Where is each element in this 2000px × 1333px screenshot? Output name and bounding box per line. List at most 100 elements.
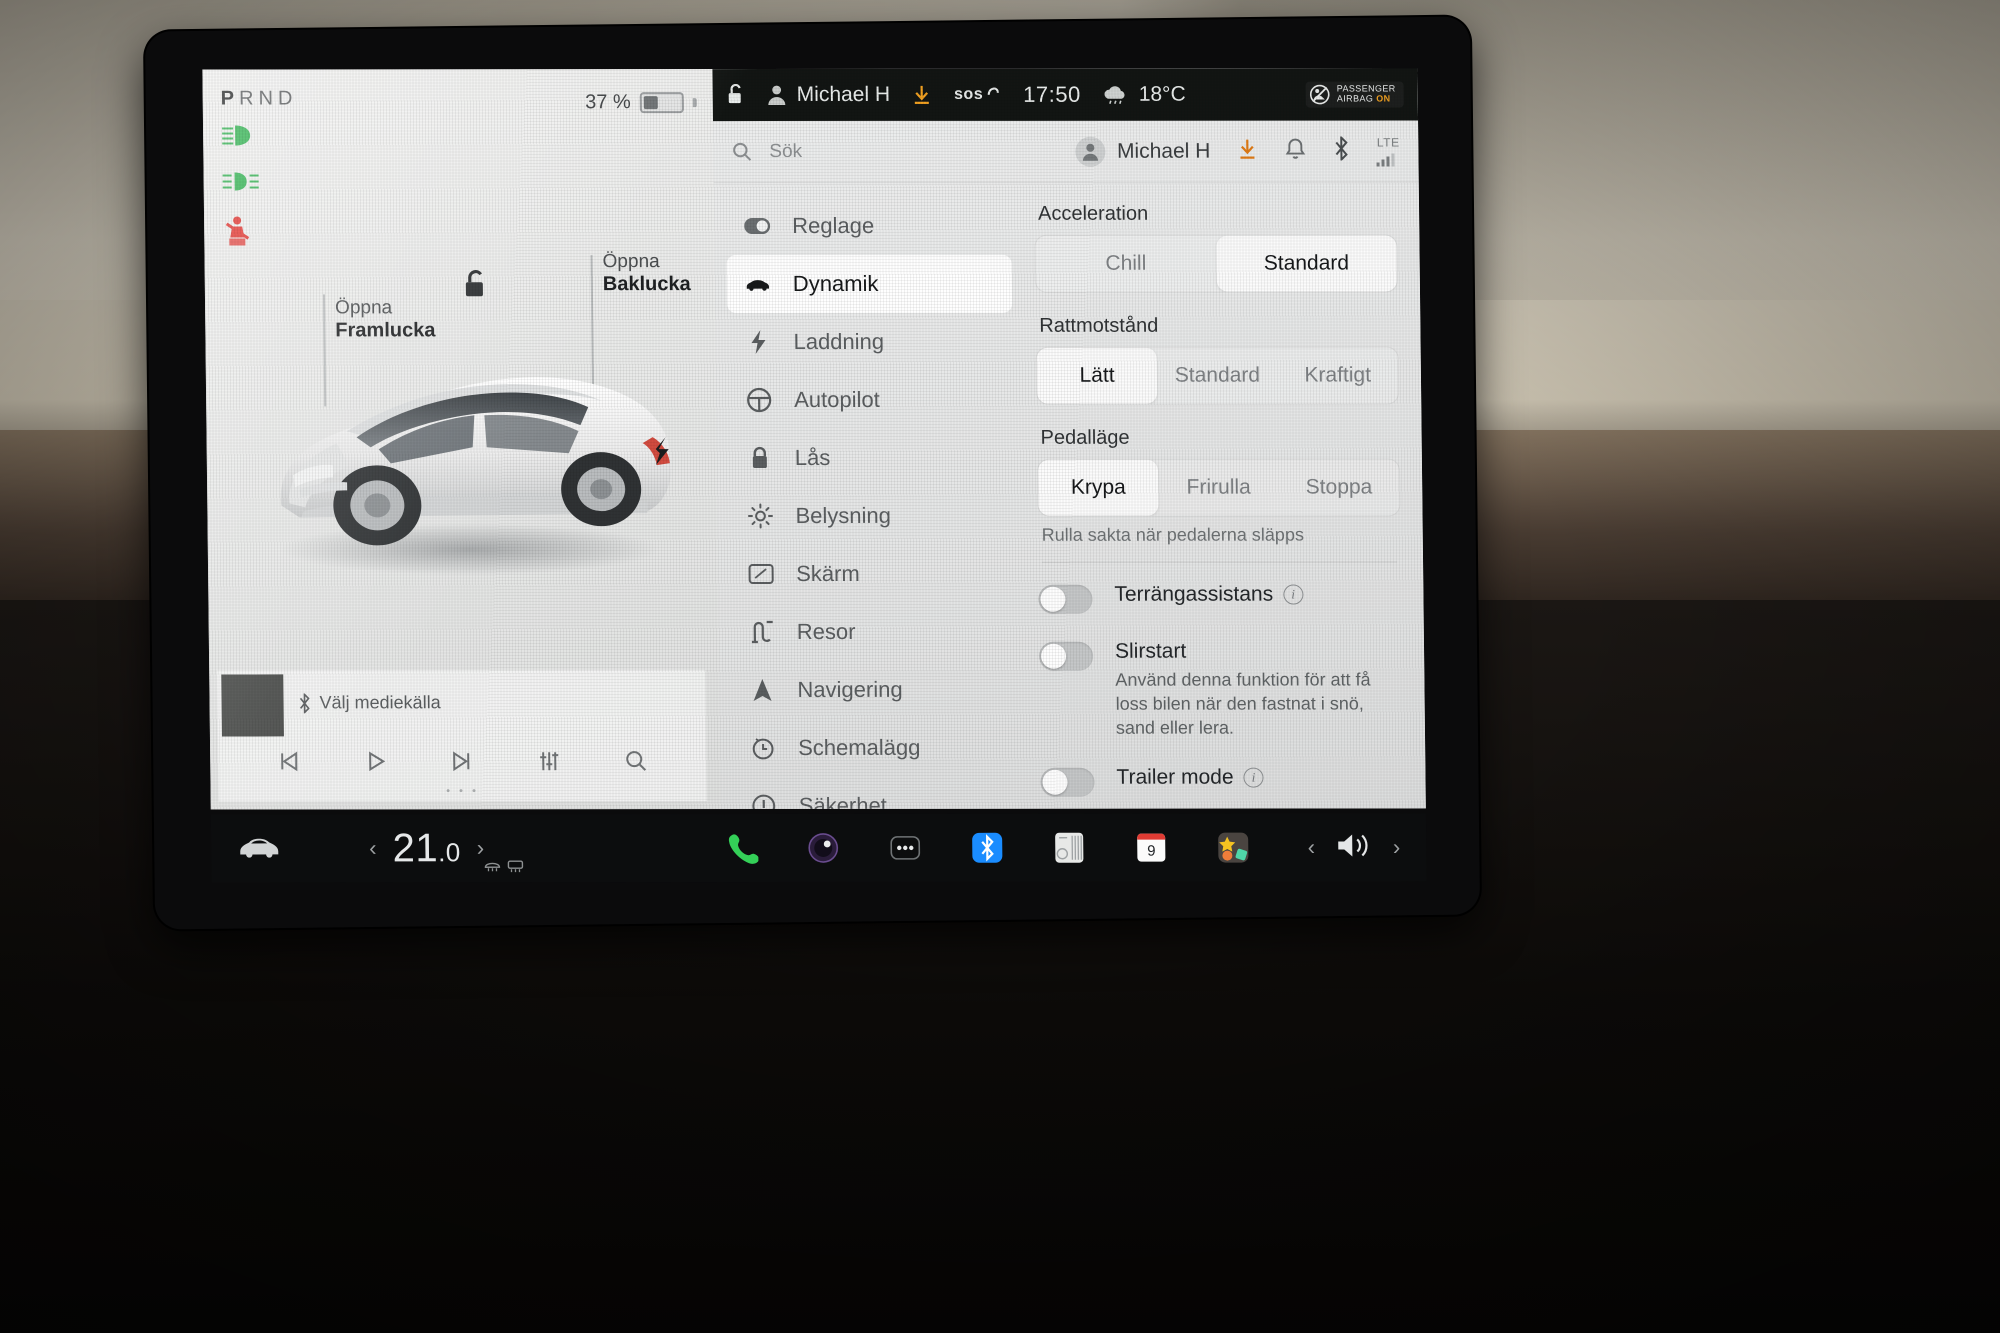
user-profile-button[interactable]: Michael H	[1074, 136, 1211, 167]
airbag-line2: AIRBAG	[1336, 93, 1374, 104]
lock-status-icon[interactable]	[727, 84, 745, 106]
sidebar-label: Navigering	[797, 676, 903, 702]
speaker-icon[interactable]	[1335, 830, 1373, 865]
play-button[interactable]	[362, 748, 388, 779]
volume-increase-button[interactable]: ›	[1393, 834, 1401, 860]
calendar-day: 9	[1147, 843, 1156, 860]
acceleration-option-chill[interactable]: Chill	[1035, 236, 1216, 292]
steering-option-kraftigt[interactable]: Kraftigt	[1277, 347, 1398, 403]
cloud-rain-icon	[1104, 86, 1125, 104]
navigation-arrow-icon	[749, 677, 775, 703]
media-source-selector[interactable]: Välj mediekälla	[297, 692, 441, 713]
acceleration-option-standard[interactable]: Standard	[1215, 235, 1397, 292]
settings-app: Michael H sos 17:50 18°C PASSENGER AIRBA…	[712, 68, 1426, 810]
telltale-group	[221, 123, 263, 270]
info-icon[interactable]: i	[1243, 767, 1264, 788]
rear-defrost-icon[interactable]	[506, 858, 524, 877]
pedal-option-stoppa[interactable]: Stoppa	[1279, 459, 1400, 515]
next-track-button[interactable]	[449, 748, 475, 779]
bluetooth-icon[interactable]	[1332, 135, 1350, 166]
car-icon	[745, 276, 771, 292]
temperature-value[interactable]: 21.0	[392, 826, 461, 871]
car-controls-button[interactable]	[237, 833, 281, 864]
pedal-title: Pedalläge	[1040, 426, 1130, 449]
pedal-option-krypa[interactable]: Krypa	[1037, 459, 1159, 516]
media-controls	[218, 748, 706, 779]
battery-status: 37 %	[585, 91, 697, 114]
media-search-button[interactable]	[623, 748, 649, 779]
sidebar-item-navigering[interactable]: Navigering	[731, 661, 1017, 719]
exclamation-circle-icon	[751, 793, 777, 810]
sos-button[interactable]: sos	[954, 83, 1001, 107]
steering-option-standard[interactable]: Standard	[1157, 348, 1278, 404]
media-app-icon[interactable]	[801, 826, 846, 870]
pedal-option-frirulla[interactable]: Frirulla	[1158, 460, 1279, 516]
sidebar-label: Schemalägg	[797, 734, 921, 760]
download-icon[interactable]	[1236, 137, 1258, 166]
car-illustration[interactable]	[227, 297, 700, 597]
temperature-control: ‹ 21.0 ›	[369, 826, 484, 871]
network-type-label: LTE	[1376, 135, 1400, 150]
battery-percent: 37 %	[585, 91, 631, 114]
volume-decrease-button[interactable]: ‹	[1307, 835, 1315, 861]
padlock-icon	[747, 445, 773, 471]
sidebar-label: Lås	[794, 444, 831, 470]
sidebar-item-skarm[interactable]: Skärm	[730, 545, 1016, 603]
sidebar-item-reglage[interactable]: Reglage	[726, 197, 1012, 255]
sidebar-item-las[interactable]: Lås	[728, 429, 1014, 487]
sidebar-item-autopilot[interactable]: Autopilot	[728, 371, 1014, 429]
offroad-assist-toggle[interactable]	[1038, 584, 1093, 614]
bottom-dock: ‹ 21.0 › 9 ‹ ›	[210, 813, 1427, 883]
status-bar: Michael H sos 17:50 18°C PASSENGER AIRBA…	[712, 68, 1419, 122]
sidebar-label: Dynamik	[792, 270, 879, 297]
info-icon[interactable]: i	[1283, 584, 1304, 605]
offroad-assist-label: Terrängassistans	[1114, 582, 1274, 606]
sidebar-item-laddning[interactable]: Laddning	[727, 313, 1013, 371]
bluetooth-app-icon[interactable]	[965, 826, 1010, 870]
sidebar-item-resor[interactable]: Resor	[730, 603, 1016, 661]
airbag-off-person-icon	[1309, 84, 1330, 105]
calculator-app-icon[interactable]	[1047, 826, 1092, 870]
bell-icon[interactable]	[1284, 137, 1306, 166]
bluetooth-icon	[299, 692, 310, 713]
toybox-app-icon[interactable]	[1211, 826, 1256, 870]
front-defrost-icon[interactable]	[483, 858, 501, 877]
previous-track-button[interactable]	[275, 748, 301, 779]
profile-status[interactable]: Michael H	[767, 83, 891, 107]
slip-start-toggle[interactable]	[1038, 641, 1094, 671]
touchscreen-bezel: PRND 37 % Öppna Framlucka Öppna Baklucka…	[144, 16, 1481, 930]
pedal-hint: Rulla sakta när pedalerna släpps	[1041, 524, 1305, 545]
sidebar-item-dynamik[interactable]: Dynamik	[726, 254, 1013, 314]
sidebar-label: Laddning	[793, 328, 885, 355]
dock-app-icons: 9	[719, 826, 1256, 870]
airbag-line1: PASSENGER	[1336, 83, 1396, 94]
equalizer-button[interactable]	[536, 748, 562, 779]
sun-brightness-icon	[747, 503, 773, 529]
fog-light-icon	[222, 170, 262, 197]
temperature-decrease-button[interactable]: ‹	[369, 835, 377, 861]
sidebar-label: Skärm	[795, 560, 860, 586]
trunk-callout[interactable]: Öppna Baklucka	[602, 251, 690, 297]
search-field[interactable]: Sök	[731, 141, 802, 163]
steering-option-latt[interactable]: Lätt	[1036, 347, 1158, 404]
trailer-mode-toggle[interactable]	[1040, 767, 1095, 798]
search-icon	[733, 142, 752, 161]
toggle-switch-icon	[744, 218, 771, 235]
toggle-row-offroad: Terrängassistans i	[1038, 582, 1401, 614]
more-apps-icon[interactable]	[883, 826, 928, 870]
dynamics-settings-pane: Acceleration Chill Standard Rattmotstånd…	[1034, 196, 1404, 808]
display-icon	[748, 563, 774, 585]
lte-signal-icon: LTE	[1376, 135, 1400, 167]
software-update-icon[interactable]	[912, 84, 932, 106]
steering-title: Rattmotstånd	[1039, 314, 1159, 337]
lightning-bolt-icon	[745, 329, 771, 355]
battery-icon	[639, 92, 684, 114]
acceleration-title: Acceleration	[1037, 202, 1149, 225]
sidebar-item-schemalagg[interactable]: Schemalägg	[732, 719, 1018, 777]
gear-indicator: PRND	[220, 87, 298, 110]
calendar-app-icon[interactable]: 9	[1129, 826, 1174, 870]
phone-app-icon[interactable]	[719, 826, 764, 870]
sidebar-item-sakerhet[interactable]: Säkerhet	[732, 777, 1018, 810]
weather-status[interactable]: 18°C	[1103, 83, 1186, 107]
sidebar-item-belysning[interactable]: Belysning	[729, 487, 1015, 545]
